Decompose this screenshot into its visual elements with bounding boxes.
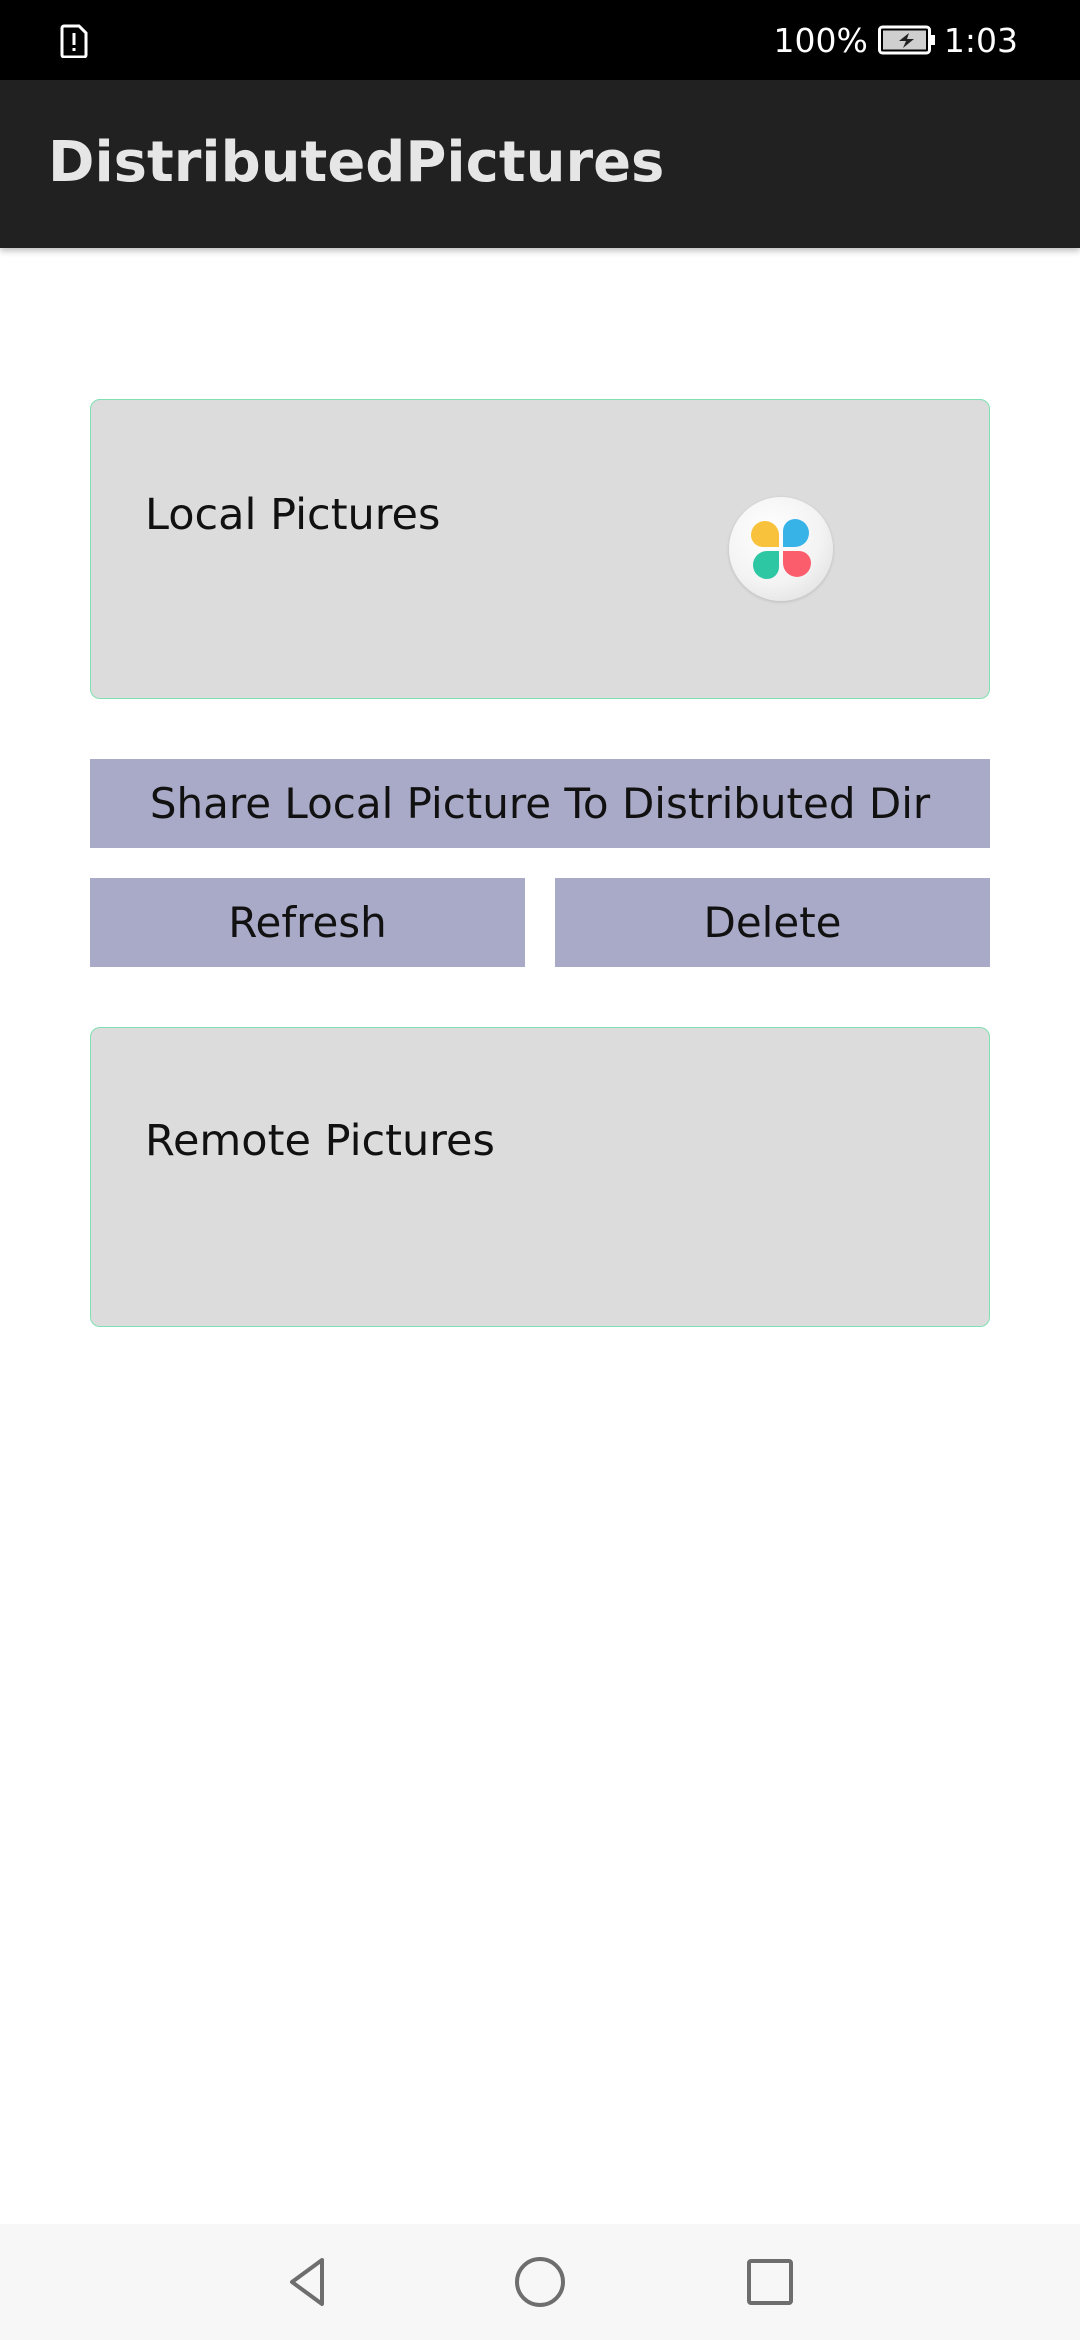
app-title: DistributedPictures	[48, 130, 665, 195]
recent-apps-square-icon[interactable]	[738, 2250, 802, 2314]
battery-percent: 100%	[773, 20, 868, 60]
delete-button[interactable]: Delete	[555, 878, 990, 967]
status-right-group: 100% 1:03	[774, 18, 1018, 62]
remote-pictures-label: Remote Pictures	[145, 1116, 495, 1166]
back-triangle-icon[interactable]	[276, 2250, 340, 2314]
share-local-picture-button[interactable]: Share Local Picture To Distributed Dir	[90, 759, 990, 848]
status-bar: 100% 1:03	[0, 0, 1080, 80]
status-time: 1:03	[943, 20, 1018, 60]
local-pictures-panel[interactable]: Local Pictures	[90, 399, 990, 699]
battery-charging-icon	[877, 25, 935, 55]
sim-alert-icon	[60, 24, 88, 58]
gallery-petals-icon	[751, 519, 811, 579]
gallery-app-icon[interactable]	[729, 497, 833, 601]
home-circle-icon[interactable]	[508, 2250, 572, 2314]
refresh-button[interactable]: Refresh	[90, 878, 525, 967]
remote-pictures-panel[interactable]: Remote Pictures	[90, 1027, 990, 1327]
local-pictures-label: Local Pictures	[145, 490, 441, 540]
app-bar: DistributedPictures	[0, 80, 1080, 248]
navigation-bar	[0, 2224, 1080, 2340]
